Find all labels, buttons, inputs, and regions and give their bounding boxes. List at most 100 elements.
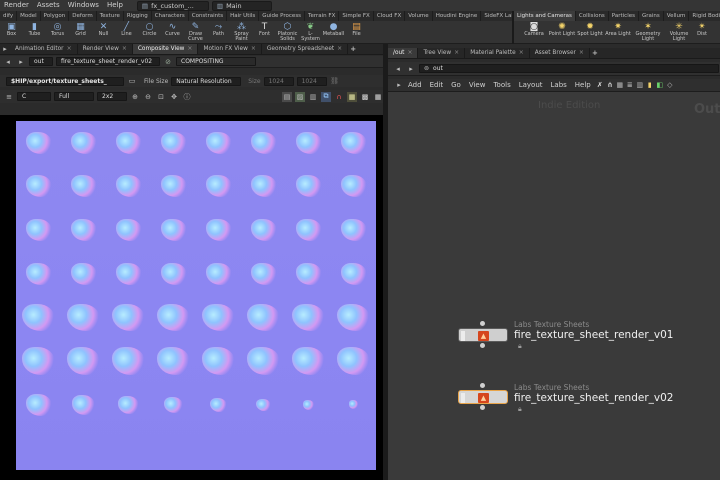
shelf-tab-collisions[interactable]: Collisions [576, 11, 609, 21]
width-field[interactable]: 1024 [263, 76, 294, 86]
close-icon[interactable]: × [251, 44, 256, 54]
grid-select[interactable]: 2x2 [97, 92, 127, 101]
fit-view-icon[interactable]: ⊡ [156, 92, 166, 102]
forward-icon[interactable]: ▸ [406, 64, 416, 74]
menu-windows[interactable]: Windows [64, 0, 103, 11]
grid-toggle-icon[interactable]: ▦ [347, 91, 357, 102]
network-menu-icon[interactable]: ▸ [394, 80, 404, 90]
checker-icon[interactable]: ▩ [360, 92, 370, 102]
menu-tools[interactable]: Tools [489, 80, 514, 91]
folder-icon[interactable]: ▭ [127, 76, 137, 86]
close-icon[interactable]: × [122, 44, 127, 54]
scene-file-menu[interactable]: ▤ fx_custom_... [136, 0, 209, 11]
tool-null[interactable]: ✕ Null [92, 21, 115, 38]
tool-torus[interactable]: ◎ Torus [46, 21, 69, 38]
close-icon[interactable]: × [519, 48, 524, 58]
height-field[interactable]: 1024 [296, 76, 327, 86]
tab-out-network[interactable]: /out × [388, 48, 419, 58]
tool-file[interactable]: ▤ File [345, 21, 368, 38]
network-path-field[interactable]: ⊚ out [419, 64, 719, 73]
tool-box[interactable]: ▣ Box [0, 21, 23, 38]
node-input-connector[interactable] [480, 321, 485, 326]
view-mode-icon[interactable]: ▤ [282, 91, 292, 102]
node-name-label[interactable]: fire_texture_sheet_render_v01 [514, 329, 673, 341]
shelf-tab-characters[interactable]: Characters [152, 11, 189, 21]
color-palette-icon[interactable]: ◧ [655, 80, 665, 90]
shelf-tab-grains[interactable]: Grains [639, 11, 664, 21]
info-icon[interactable]: ⓘ [182, 92, 192, 102]
close-icon[interactable]: × [67, 44, 72, 54]
tab-motion-fx-view[interactable]: Motion FX View × [198, 44, 262, 54]
list-view-icon[interactable]: ≣ [625, 80, 635, 90]
tab-asset-browser[interactable]: Asset Browser × [530, 48, 590, 58]
network-editor[interactable]: Indie Edition Outp ▲ Labs Texture Sheets… [388, 92, 720, 480]
menu-render[interactable]: Render [0, 0, 33, 11]
menu-add[interactable]: Add [404, 80, 426, 91]
shelf-tab-constraints[interactable]: Constraints [189, 11, 228, 21]
tool-platonic-solids[interactable]: ⬡ Platonic Solids [276, 21, 299, 43]
shelf-tab-modify[interactable]: dify [0, 11, 18, 21]
shelf-tab-lights-cameras[interactable]: Lights and Cameras [514, 11, 576, 21]
tool-metaball[interactable]: ● Metaball [322, 21, 345, 38]
display-options-icon[interactable]: ≡ [4, 92, 14, 102]
shelf-tab-particles[interactable]: Particles [609, 11, 639, 21]
shelf-tab-hair-utils[interactable]: Hair Utils [227, 11, 260, 21]
tool-distant-light[interactable]: ✴ Dist [694, 21, 710, 38]
node-output-connector[interactable] [480, 405, 485, 410]
close-icon[interactable]: × [337, 44, 342, 54]
tool-spray-paint[interactable]: ⁂ Spray Paint [230, 21, 253, 43]
close-icon[interactable]: × [454, 48, 459, 58]
menu-layout[interactable]: Layout [515, 80, 547, 91]
close-icon[interactable]: × [579, 48, 584, 58]
tool-path[interactable]: ⤳ Path [207, 21, 230, 38]
tool-curve[interactable]: ∿ Curve [161, 21, 184, 38]
back-icon[interactable]: ◂ [3, 57, 13, 67]
zoom-in-icon[interactable]: ⊕ [130, 92, 140, 102]
node-fire-texture-sheet-v01[interactable]: ▲ Labs Texture Sheets fire_texture_sheet… [456, 320, 676, 350]
tool-spot-light[interactable]: ✹ Spot Light [576, 21, 604, 38]
magnet-icon[interactable]: ∩ [334, 92, 344, 102]
sticky-note-icon[interactable]: ▮ [645, 80, 655, 90]
node-name-label[interactable]: fire_texture_sheet_render_v02 [514, 392, 673, 404]
shelf-icon[interactable]: ▥ [308, 92, 318, 102]
shelf-tab-rigging[interactable]: Rigging [124, 11, 152, 21]
menu-go[interactable]: Go [447, 80, 465, 91]
wrench-icon[interactable]: ✗ [595, 80, 605, 90]
tool-font[interactable]: T Font [253, 21, 276, 38]
path-root[interactable]: out [29, 57, 53, 66]
tool-geometry-light[interactable]: ✶ Geometry Light [632, 21, 664, 43]
tool-grid[interactable]: ▦ Grid [69, 21, 92, 38]
pane-menu-icon[interactable]: ▸ [0, 44, 10, 54]
tab-geometry-spreadsheet[interactable]: Geometry Spreadsheet × [262, 44, 349, 54]
tool-tube[interactable]: ▮ Tube [23, 21, 46, 38]
composite-node-path[interactable]: fire_texture_sheet_render_v02 [56, 57, 160, 66]
shelf-tab-vellum[interactable]: Vellum [664, 11, 690, 21]
node-output-connector[interactable] [480, 343, 485, 348]
shelf-tab-polygon[interactable]: Polygon [41, 11, 70, 21]
menu-help[interactable]: Help [103, 0, 127, 11]
shelf-tab-model[interactable]: Model [17, 11, 41, 21]
tab-composite-view[interactable]: Composite View × [132, 44, 199, 54]
tool-line[interactable]: ╱ Line [115, 21, 138, 38]
tab-render-view[interactable]: Render View × [78, 44, 133, 54]
tab-animation-editor[interactable]: Animation Editor × [10, 44, 78, 54]
node-tile[interactable]: ▲ [458, 328, 508, 342]
zoom-out-icon[interactable]: ⊖ [143, 92, 153, 102]
shelf-tab-volume[interactable]: Volume [405, 11, 433, 21]
tool-point-light[interactable]: ✺ Point Light [548, 21, 576, 38]
overlay-icon[interactable]: ▦ [373, 92, 383, 102]
image-path-field[interactable]: $HIP/export/texture_sheets_ [6, 76, 124, 86]
shelf-tab-terrain-fx[interactable]: Terrain FX [305, 11, 340, 21]
shelf-tab-houdini-engine[interactable]: Houdini Engine [433, 11, 482, 21]
tool-camera[interactable]: ◙ Camera [520, 21, 548, 38]
shelf-tab-sidefx-labs[interactable]: SideFX Labs [481, 11, 512, 21]
resolution-select[interactable]: Natural Resolution [171, 76, 242, 86]
shelf-tab-simple-fx[interactable]: Simple FX [339, 11, 374, 21]
channel-select[interactable]: C [17, 92, 51, 101]
close-icon[interactable]: × [187, 44, 192, 54]
pan-icon[interactable]: ✥ [169, 92, 179, 102]
shelf-tab-guide-process[interactable]: Guide Process [259, 11, 306, 21]
bypass-flag[interactable] [461, 393, 465, 403]
tool-area-light[interactable]: ✷ Area Light [604, 21, 632, 38]
shape-palette-icon[interactable]: ◇ [665, 80, 675, 90]
